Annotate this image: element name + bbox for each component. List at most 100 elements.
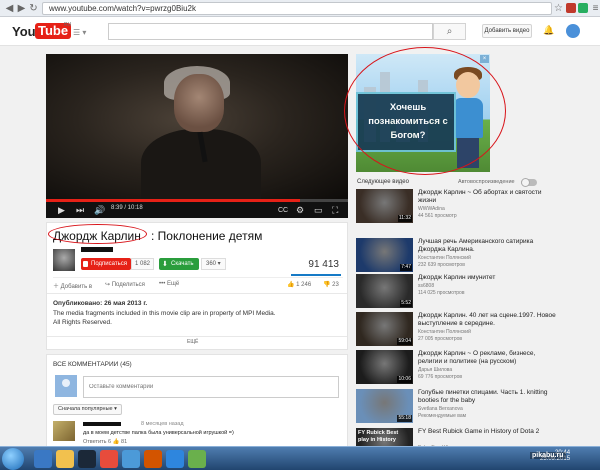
related-video-title[interactable]: Джордж Карлин ~ Об абортах и святости жи… xyxy=(418,189,558,205)
sort-comments-button[interactable]: Сначала популярные ▾ xyxy=(53,404,122,415)
captions-icon[interactable]: CC xyxy=(278,205,288,217)
channel-name-redacted[interactable] xyxy=(81,247,113,252)
theater-mode-icon[interactable]: ▭ xyxy=(314,204,323,216)
ie-icon[interactable] xyxy=(34,450,52,468)
like-count: 1 246 xyxy=(296,282,312,288)
bookmark-star-icon[interactable]: ☆ xyxy=(553,3,564,14)
video-info-card: Джордж Карлин : Поклонение детям Подписа… xyxy=(46,222,348,350)
comment-actions: Ответить 6 👍 81 xyxy=(83,439,128,445)
video-duration: 5:52 xyxy=(400,300,412,307)
divider xyxy=(53,277,343,278)
steam-icon[interactable] xyxy=(78,450,96,468)
comment-avatar[interactable] xyxy=(53,421,75,441)
video-duration: 11:32 xyxy=(397,215,412,222)
menu-icon[interactable]: ≡ xyxy=(590,3,600,14)
related-video-item[interactable]: 7:47 Лучшая речь Американского сатирика Д… xyxy=(356,238,556,276)
download-arrow-icon: ⬇ xyxy=(162,261,168,268)
share-label: Поделиться xyxy=(111,282,145,288)
logo-you-text: You xyxy=(12,24,36,39)
related-video-channel[interactable]: Константин Полянский xyxy=(418,255,471,261)
related-video-thumbnail[interactable]: 59:04 xyxy=(356,312,413,346)
ad-close-icon[interactable]: × xyxy=(480,55,489,63)
autoplay-toggle-knob[interactable] xyxy=(521,178,530,187)
subscribe-button[interactable]: Подписаться xyxy=(81,258,131,270)
search-button[interactable]: ⌕ xyxy=(433,23,466,40)
dislike-button[interactable]: 👎 23 xyxy=(323,281,339,288)
related-video-thumbnail[interactable]: 7:47 xyxy=(356,238,413,272)
app-icon[interactable] xyxy=(144,450,162,468)
related-video-title[interactable]: Джордж Карлин имунитет xyxy=(418,274,558,282)
related-video-views: 232 639 просмотров xyxy=(418,262,465,268)
search-icon: ⌕ xyxy=(446,26,453,37)
ad-text-panel: Хочешь познакомиться с Богом? xyxy=(356,92,456,152)
channel-avatar[interactable] xyxy=(53,249,75,271)
forward-arrow-icon[interactable]: ▶ xyxy=(16,3,27,14)
fullscreen-icon[interactable]: ⛶ xyxy=(332,204,338,216)
folder-icon[interactable] xyxy=(56,450,74,468)
media-player-icon[interactable] xyxy=(100,450,118,468)
play-icon[interactable]: ▶ xyxy=(58,204,65,216)
add-to-label: Добавить в xyxy=(60,284,93,290)
related-video-channel[interactable]: WWWAdina xyxy=(418,206,445,212)
comment-time[interactable]: 8 месяцев назад xyxy=(141,421,184,427)
settings-gear-icon[interactable]: ⚙ xyxy=(296,204,304,216)
volume-icon[interactable]: 🔊 xyxy=(94,204,105,216)
related-video-channel[interactable]: Svetlana Berxanova xyxy=(418,406,463,412)
like-button[interactable]: 👍 1 246 xyxy=(287,281,311,288)
search-input[interactable] xyxy=(108,23,433,40)
ad-character xyxy=(457,138,479,168)
related-video-thumbnail[interactable]: 10:06 xyxy=(356,350,413,384)
related-video-title[interactable]: Джордж Карлин. 40 лет на сцене.1997. Нов… xyxy=(418,312,558,328)
related-video-channel[interactable]: Дарья Шилова xyxy=(418,367,452,373)
windows-taskbar: 20:44 25.09.2015 xyxy=(0,446,600,470)
related-video-item[interactable]: 55:18 Голубые пинетки спицами. Часть 1. k… xyxy=(356,389,556,427)
comment-author-redacted[interactable] xyxy=(83,422,121,426)
comment-input[interactable] xyxy=(83,376,339,398)
download-quality: 360 xyxy=(206,261,217,267)
related-video-title[interactable]: FY Best Rubick Game in History of Dota 2 xyxy=(418,428,558,436)
extension-icon[interactable] xyxy=(578,3,588,13)
related-video-thumbnail[interactable]: 5:52 xyxy=(356,274,413,308)
download-button[interactable]: ⬇ Скачать xyxy=(159,258,199,270)
video-player[interactable]: ▶ ⏭ 🔊 8:39 / 10:18 CC ⚙ ▭ ⛶ xyxy=(46,54,348,218)
more-actions-label: Ещё xyxy=(166,281,180,287)
related-video-title[interactable]: Лучшая речь Американского сатирика Джорд… xyxy=(418,238,558,254)
related-video-item[interactable]: 10:06 Джордж Карлин ~ О рекламе, бизнесе,… xyxy=(356,350,556,388)
next-icon[interactable]: ⏭ xyxy=(76,204,84,216)
related-video-thumbnail[interactable]: 55:18 xyxy=(356,389,413,423)
guide-menu-icon[interactable]: ☰ ▾ xyxy=(73,28,86,37)
back-arrow-icon[interactable]: ◀ xyxy=(4,3,15,14)
address-bar[interactable]: www.youtube.com/watch?v=pwrzg0Biu2k xyxy=(42,2,552,15)
skype-icon[interactable] xyxy=(166,450,184,468)
ad-text: Хочешь познакомиться с Богом? xyxy=(368,102,448,141)
related-video-thumbnail[interactable]: 11:32 xyxy=(356,189,413,223)
extension-icon[interactable] xyxy=(566,3,576,13)
more-actions-button[interactable]: ••• Ещё xyxy=(159,281,179,287)
start-button[interactable] xyxy=(2,448,24,470)
chrome-icon[interactable] xyxy=(122,450,140,468)
video-frame[interactable] xyxy=(46,54,348,204)
add-to-button[interactable]: ＋ Добавить в xyxy=(53,281,92,290)
upload-button[interactable]: Добавить видео xyxy=(482,24,532,38)
thumbnail-text: FY Rubick Best play in History xyxy=(358,430,399,443)
reload-icon[interactable]: ↻ xyxy=(28,3,39,14)
ad-banner[interactable]: Хочешь познакомиться с Богом? xyxy=(356,54,490,172)
show-more-button[interactable]: ЕЩЁ xyxy=(187,339,198,345)
player-controls: ▶ ⏭ 🔊 8:39 / 10:18 CC ⚙ ▭ ⛶ xyxy=(46,202,348,218)
comment-text: да в моем детстве палка была универсальн… xyxy=(83,430,234,436)
download-quality-select[interactable]: 360 ▾ xyxy=(201,258,226,270)
related-video-item[interactable]: 11:32 Джордж Карлин ~ Об абортах и святос… xyxy=(356,189,556,227)
related-video-channel[interactable]: ss6808 xyxy=(418,283,434,289)
time-display: 8:39 / 10:18 xyxy=(111,205,143,211)
related-video-channel[interactable]: Константин Полянский xyxy=(418,329,471,335)
related-video-title[interactable]: Джордж Карлин ~ О рекламе, бизнесе, рели… xyxy=(418,350,558,366)
share-button[interactable]: ↪ Поделиться xyxy=(105,281,145,288)
account-avatar[interactable] xyxy=(566,24,580,38)
related-video-title[interactable]: Голубые пинетки спицами. Часть 1. knitti… xyxy=(418,389,558,405)
notification-bell-icon[interactable]: 🔔 xyxy=(543,25,554,36)
related-video-item[interactable]: 5:52 Джордж Карлин имунитет ss6808 114 025 … xyxy=(356,274,556,312)
app-icon[interactable] xyxy=(188,450,206,468)
related-video-item[interactable]: 59:04 Джордж Карлин. 40 лет на сцене.1997… xyxy=(356,312,556,350)
view-count: 91 413 xyxy=(308,259,339,270)
reply-button[interactable]: Ответить xyxy=(83,439,107,445)
